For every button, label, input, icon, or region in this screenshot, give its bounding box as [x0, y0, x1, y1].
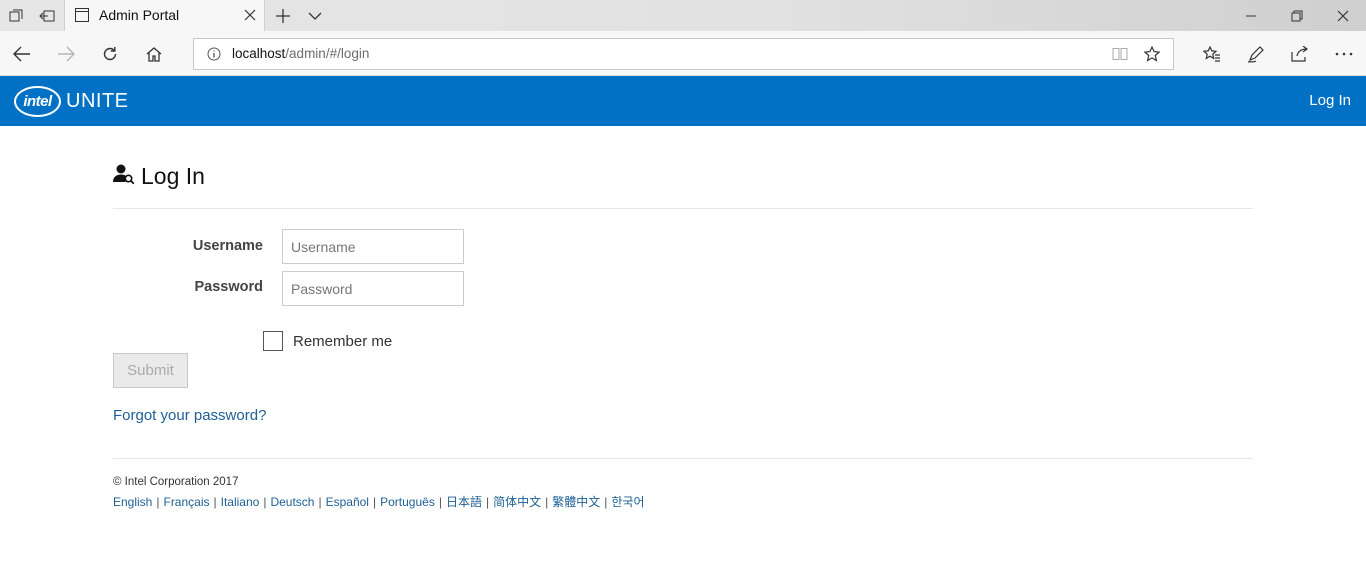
forgot-password-link[interactable]: Forgot your password?: [113, 407, 266, 424]
new-tab-icon[interactable]: [273, 6, 293, 26]
browser-tab-bar: Admin Portal: [0, 0, 1366, 31]
reading-view-icon[interactable]: [1112, 46, 1128, 67]
share-icon[interactable]: [1288, 42, 1312, 66]
close-tab-icon[interactable]: [244, 8, 256, 26]
divider: [113, 208, 1253, 209]
restore-icon[interactable]: [1274, 0, 1320, 31]
lang-english[interactable]: English: [113, 495, 152, 509]
back-arrow-icon[interactable]: [10, 42, 34, 66]
unite-logo-text: UNITE: [66, 89, 129, 112]
pen-icon[interactable]: [1244, 42, 1268, 66]
home-icon[interactable]: [142, 42, 166, 66]
user-lock-icon: [113, 163, 135, 190]
lang-portuguese[interactable]: Português: [380, 495, 435, 509]
lang-german[interactable]: Deutsch: [270, 495, 314, 509]
remember-me-label[interactable]: Remember me: [293, 333, 392, 350]
submit-button[interactable]: Submit: [113, 353, 188, 388]
favorites-icon[interactable]: [1200, 42, 1224, 66]
footer-divider: [113, 458, 1253, 459]
close-window-icon[interactable]: [1320, 0, 1366, 31]
lang-french[interactable]: Français: [163, 495, 209, 509]
refresh-icon[interactable]: [98, 42, 122, 66]
remember-me-checkbox[interactable]: [263, 331, 283, 351]
intel-logo: intel: [14, 85, 61, 117]
tab-title: Admin Portal: [99, 7, 180, 23]
page-icon: [74, 7, 90, 28]
username-input[interactable]: [282, 229, 464, 264]
lang-korean[interactable]: 한국어: [611, 495, 644, 509]
more-icon[interactable]: [1332, 42, 1356, 66]
app-header: intel UNITE Log In: [0, 76, 1366, 126]
browser-nav-bar: localhost/admin/#/login: [0, 31, 1366, 76]
intel-unite-logo[interactable]: intel UNITE: [14, 85, 129, 117]
password-input[interactable]: [282, 271, 464, 306]
username-label: Username: [192, 238, 263, 254]
password-label: Password: [194, 279, 264, 295]
browser-tab-active[interactable]: Admin Portal: [64, 0, 265, 31]
page-title-text: Log In: [141, 163, 205, 189]
lang-traditional-chinese[interactable]: 繁體中文: [552, 495, 600, 509]
chevron-down-icon[interactable]: [305, 6, 325, 26]
lang-japanese[interactable]: 日本語: [446, 495, 482, 509]
minimize-icon[interactable]: [1228, 0, 1274, 31]
header-login-link[interactable]: Log In: [1309, 92, 1351, 109]
copyright-text: © Intel Corporation 2017: [113, 476, 239, 488]
set-tabs-aside-icon[interactable]: [37, 6, 57, 26]
page-title: Log In: [113, 163, 205, 190]
tab-manager-icon[interactable]: [6, 6, 26, 26]
lang-spanish[interactable]: Español: [326, 495, 369, 509]
lang-simplified-chinese[interactable]: 简体中文: [493, 495, 541, 509]
info-icon[interactable]: [207, 47, 221, 66]
forward-arrow-icon[interactable]: [54, 42, 78, 66]
star-icon[interactable]: [1143, 45, 1161, 67]
lang-italian[interactable]: Italiano: [221, 495, 260, 509]
address-url[interactable]: localhost/admin/#/login: [232, 46, 369, 61]
address-bar[interactable]: localhost/admin/#/login: [193, 38, 1174, 70]
language-links: English | Français | Italiano | Deutsch | Españo…: [113, 495, 645, 509]
